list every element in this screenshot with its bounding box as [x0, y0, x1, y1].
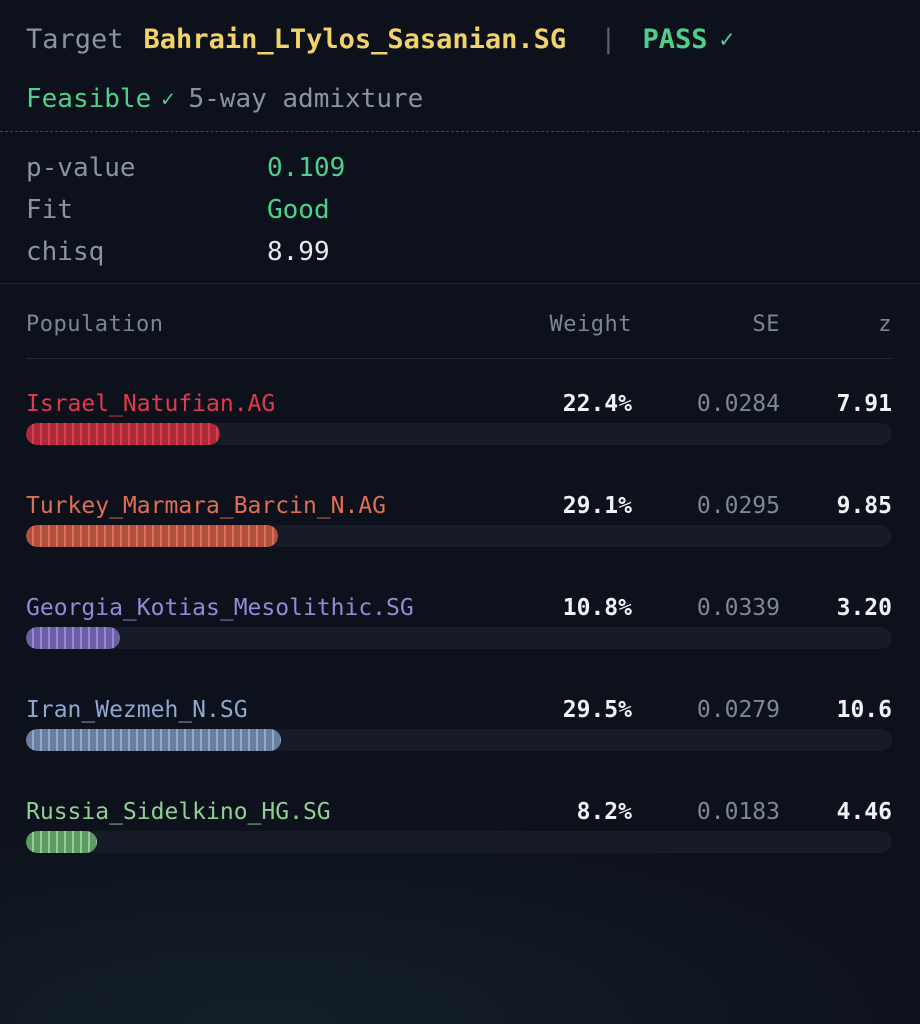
fit-stats: p-value 0.109 Fit Good chisq 8.99: [26, 147, 345, 273]
stat-label: chisq: [26, 237, 105, 267]
table-row: Iran_Wezmeh_N.SG 29.5% 0.0279 10.6: [0, 697, 920, 799]
stat-value: Good: [267, 195, 330, 225]
target-label: Target: [26, 23, 124, 55]
population-name: Georgia_Kotias_Mesolithic.SG: [26, 595, 414, 621]
stats-divider: [0, 283, 920, 284]
weight-value: 8.2%: [576, 799, 632, 825]
feasible-check-icon: ✓: [161, 86, 175, 112]
table-row: Georgia_Kotias_Mesolithic.SG 10.8% 0.033…: [0, 595, 920, 697]
column-header-z: z: [878, 312, 892, 337]
weight-bar-track: [26, 831, 892, 853]
weight-bar-track: [26, 423, 892, 445]
weight-bar-track: [26, 729, 892, 751]
z-value: 4.46: [836, 799, 892, 825]
target-row: Target Bahrain_LTylos_Sasanian.SG | PASS…: [26, 20, 894, 58]
weight-bar-fill: [26, 729, 282, 751]
feasible-label: Feasible: [26, 84, 152, 114]
stat-fit: Fit Good: [26, 189, 345, 231]
table-row: Israel_Natufian.AG 22.4% 0.0284 7.91: [0, 391, 920, 493]
stat-label: Fit: [26, 195, 73, 225]
feasibility-row: Feasible ✓ 5-way admixture: [26, 80, 894, 118]
column-header-se: SE: [752, 312, 780, 337]
weight-value: 29.1%: [562, 493, 632, 519]
weight-bar-track: [26, 627, 892, 649]
population-name: Turkey_Marmara_Barcin_N.AG: [26, 493, 387, 519]
model-description: 5-way admixture: [188, 84, 424, 114]
z-value: 10.6: [836, 697, 892, 723]
se-value: 0.0279: [696, 697, 780, 723]
population-name: Russia_Sidelkino_HG.SG: [26, 799, 331, 825]
result-header: Target Bahrain_LTylos_Sasanian.SG | PASS…: [26, 20, 894, 118]
se-value: 0.0284: [696, 391, 780, 417]
z-value: 3.20: [836, 595, 892, 621]
weight-bar-fill: [26, 525, 278, 547]
target-name: Bahrain_LTylos_Sasanian.SG: [143, 23, 567, 55]
weight-bar-fill: [26, 627, 120, 649]
weight-value: 29.5%: [562, 697, 632, 723]
table-row: Russia_Sidelkino_HG.SG 8.2% 0.0183 4.46: [0, 799, 920, 901]
weight-value: 10.8%: [562, 595, 632, 621]
header-separator: |: [600, 23, 617, 55]
z-value: 9.85: [836, 493, 892, 519]
population-name: Iran_Wezmeh_N.SG: [26, 697, 248, 723]
se-value: 0.0295: [696, 493, 780, 519]
population-name: Israel_Natufian.AG: [26, 391, 276, 417]
stat-value: 0.109: [267, 153, 346, 183]
stat-p-value: p-value 0.109: [26, 147, 345, 189]
status-badge: PASS: [642, 23, 708, 55]
se-value: 0.0183: [696, 799, 780, 825]
weight-value: 22.4%: [562, 391, 632, 417]
stat-label: p-value: [26, 153, 136, 183]
column-header-weight: Weight: [549, 312, 632, 337]
header-divider: [0, 131, 920, 132]
pass-check-icon: ✓: [719, 25, 734, 53]
stat-chisq: chisq 8.99: [26, 231, 345, 273]
table-header-divider: [26, 358, 892, 359]
se-value: 0.0339: [696, 595, 780, 621]
weight-bar-fill: [26, 423, 220, 445]
weight-bar-track: [26, 525, 892, 547]
column-header-population: Population: [26, 312, 164, 337]
table-row: Turkey_Marmara_Barcin_N.AG 29.1% 0.0295 …: [0, 493, 920, 595]
weight-bar-fill: [26, 831, 97, 853]
z-value: 7.91: [836, 391, 892, 417]
stat-value: 8.99: [267, 237, 330, 267]
